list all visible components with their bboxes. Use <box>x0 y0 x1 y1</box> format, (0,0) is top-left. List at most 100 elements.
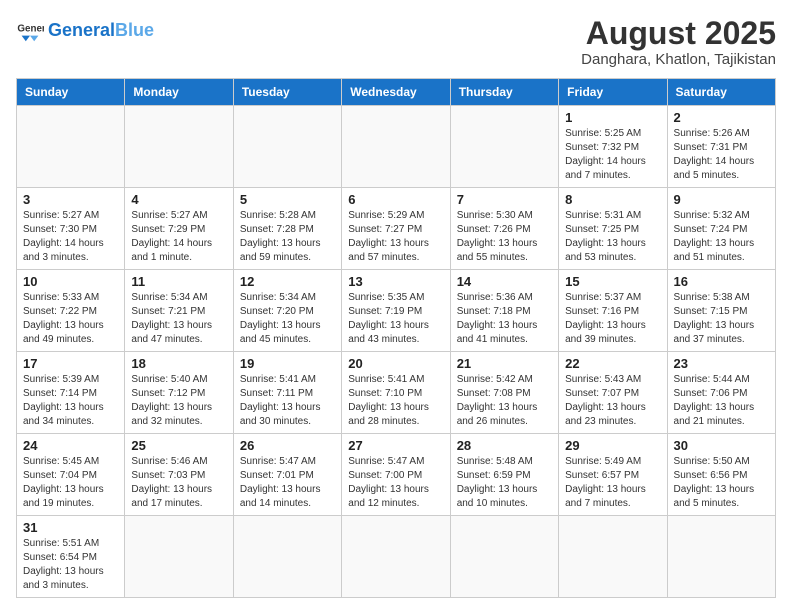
calendar-cell <box>667 516 775 598</box>
calendar-cell: 24 Sunrise: 5:45 AMSunset: 7:04 PMDayligh… <box>17 434 125 516</box>
day-number: 8 <box>565 192 660 207</box>
day-number: 24 <box>23 438 118 453</box>
day-number: 21 <box>457 356 552 371</box>
day-number: 9 <box>674 192 769 207</box>
calendar-cell: 17 Sunrise: 5:39 AMSunset: 7:14 PMDayligh… <box>17 352 125 434</box>
day-info: Sunrise: 5:36 AMSunset: 7:18 PMDaylight:… <box>457 291 552 347</box>
day-info: Sunrise: 5:42 AMSunset: 7:08 PMDaylight:… <box>457 373 552 429</box>
calendar-cell: 12Sunrise: 5:34 AMSunset: 7:20 PMDayligh… <box>233 270 341 352</box>
calendar-cell: 30Sunrise: 5:50 AMSunset: 6:56 PMDayligh… <box>667 434 775 516</box>
day-info: Sunrise: 5:50 AMSunset: 6:56 PMDaylight:… <box>674 455 769 511</box>
day-number: 29 <box>565 438 660 453</box>
calendar-cell <box>125 516 233 598</box>
day-number: 16 <box>674 274 769 289</box>
day-number: 22 <box>565 356 660 371</box>
location-title: Danghara, Khatlon, Tajikistan <box>581 51 776 68</box>
col-header-wednesday: Wednesday <box>342 79 450 106</box>
day-info: Sunrise: 5:30 AMSunset: 7:26 PMDaylight:… <box>457 209 552 265</box>
title-block: August 2025 Danghara, Khatlon, Tajikista… <box>581 16 776 68</box>
day-info: Sunrise: 5:29 AMSunset: 7:27 PMDaylight:… <box>348 209 443 265</box>
day-info: Sunrise: 5:27 AMSunset: 7:30 PMDaylight:… <box>23 209 118 265</box>
calendar-week-row: 10Sunrise: 5:33 AMSunset: 7:22 PMDayligh… <box>17 270 776 352</box>
calendar-cell: 1 Sunrise: 5:25 AMSunset: 7:32 PMDaylight… <box>559 106 667 188</box>
col-header-thursday: Thursday <box>450 79 558 106</box>
calendar-cell <box>233 106 341 188</box>
calendar-cell: 4Sunrise: 5:27 AMSunset: 7:29 PMDaylight… <box>125 188 233 270</box>
day-info: Sunrise: 5:43 AMSunset: 7:07 PMDaylight:… <box>565 373 660 429</box>
day-number: 15 <box>565 274 660 289</box>
day-number: 27 <box>348 438 443 453</box>
calendar-week-row: 24 Sunrise: 5:45 AMSunset: 7:04 PMDayligh… <box>17 434 776 516</box>
calendar-week-row: 1 Sunrise: 5:25 AMSunset: 7:32 PMDaylight… <box>17 106 776 188</box>
logo: General GeneralBlue <box>16 16 154 44</box>
svg-text:General: General <box>17 23 44 34</box>
day-number: 5 <box>240 192 335 207</box>
calendar-cell: 23 Sunrise: 5:44 AMSunset: 7:06 PMDayligh… <box>667 352 775 434</box>
calendar-cell: 25 Sunrise: 5:46 AMSunset: 7:03 PMDayligh… <box>125 434 233 516</box>
calendar-cell <box>559 516 667 598</box>
calendar-cell: 6Sunrise: 5:29 AMSunset: 7:27 PMDaylight… <box>342 188 450 270</box>
calendar-cell <box>342 106 450 188</box>
day-info: Sunrise: 5:38 AMSunset: 7:15 PMDaylight:… <box>674 291 769 347</box>
day-info: Sunrise: 5:26 AMSunset: 7:31 PMDaylight:… <box>674 127 769 183</box>
calendar-table: SundayMondayTuesdayWednesdayThursdayFrid… <box>16 78 776 598</box>
day-info: Sunrise: 5:40 AMSunset: 7:12 PMDaylight:… <box>131 373 226 429</box>
calendar-cell: 20 Sunrise: 5:41 AMSunset: 7:10 PMDayligh… <box>342 352 450 434</box>
logo-text: GeneralBlue <box>48 21 154 39</box>
day-info: Sunrise: 5:41 AMSunset: 7:10 PMDaylight:… <box>348 373 443 429</box>
calendar-cell: 7Sunrise: 5:30 AMSunset: 7:26 PMDaylight… <box>450 188 558 270</box>
day-number: 12 <box>240 274 335 289</box>
day-info: Sunrise: 5:37 AMSunset: 7:16 PMDaylight:… <box>565 291 660 347</box>
calendar-cell: 5 Sunrise: 5:28 AMSunset: 7:28 PMDaylight… <box>233 188 341 270</box>
calendar-cell: 14 Sunrise: 5:36 AMSunset: 7:18 PMDayligh… <box>450 270 558 352</box>
calendar-week-row: 17 Sunrise: 5:39 AMSunset: 7:14 PMDayligh… <box>17 352 776 434</box>
day-info: Sunrise: 5:48 AMSunset: 6:59 PMDaylight:… <box>457 455 552 511</box>
calendar-cell: 19Sunrise: 5:41 AMSunset: 7:11 PMDayligh… <box>233 352 341 434</box>
day-info: Sunrise: 5:45 AMSunset: 7:04 PMDaylight:… <box>23 455 118 511</box>
col-header-tuesday: Tuesday <box>233 79 341 106</box>
page-header: General GeneralBlue August 2025 Danghara… <box>16 16 776 68</box>
calendar-cell: 29 Sunrise: 5:49 AMSunset: 6:57 PMDayligh… <box>559 434 667 516</box>
day-number: 2 <box>674 110 769 125</box>
day-info: Sunrise: 5:35 AMSunset: 7:19 PMDaylight:… <box>348 291 443 347</box>
calendar-header-row: SundayMondayTuesdayWednesdayThursdayFrid… <box>17 79 776 106</box>
day-number: 11 <box>131 274 226 289</box>
calendar-cell: 31Sunrise: 5:51 AMSunset: 6:54 PMDayligh… <box>17 516 125 598</box>
calendar-cell: 3 Sunrise: 5:27 AMSunset: 7:30 PMDaylight… <box>17 188 125 270</box>
calendar-week-row: 3 Sunrise: 5:27 AMSunset: 7:30 PMDaylight… <box>17 188 776 270</box>
day-info: Sunrise: 5:49 AMSunset: 6:57 PMDaylight:… <box>565 455 660 511</box>
calendar-cell: 27 Sunrise: 5:47 AMSunset: 7:00 PMDayligh… <box>342 434 450 516</box>
day-info: Sunrise: 5:34 AMSunset: 7:21 PMDaylight:… <box>131 291 226 347</box>
day-number: 28 <box>457 438 552 453</box>
calendar-cell: 15 Sunrise: 5:37 AMSunset: 7:16 PMDayligh… <box>559 270 667 352</box>
day-number: 14 <box>457 274 552 289</box>
day-number: 1 <box>565 110 660 125</box>
day-number: 25 <box>131 438 226 453</box>
day-info: Sunrise: 5:31 AMSunset: 7:25 PMDaylight:… <box>565 209 660 265</box>
day-info: Sunrise: 5:47 AMSunset: 7:00 PMDaylight:… <box>348 455 443 511</box>
day-number: 20 <box>348 356 443 371</box>
calendar-cell <box>125 106 233 188</box>
day-number: 17 <box>23 356 118 371</box>
day-info: Sunrise: 5:46 AMSunset: 7:03 PMDaylight:… <box>131 455 226 511</box>
col-header-saturday: Saturday <box>667 79 775 106</box>
calendar-cell: 16 Sunrise: 5:38 AMSunset: 7:15 PMDayligh… <box>667 270 775 352</box>
calendar-cell <box>233 516 341 598</box>
calendar-cell: 22 Sunrise: 5:43 AMSunset: 7:07 PMDayligh… <box>559 352 667 434</box>
calendar-cell: 2 Sunrise: 5:26 AMSunset: 7:31 PMDaylight… <box>667 106 775 188</box>
day-info: Sunrise: 5:25 AMSunset: 7:32 PMDaylight:… <box>565 127 660 183</box>
calendar-cell: 28 Sunrise: 5:48 AMSunset: 6:59 PMDayligh… <box>450 434 558 516</box>
calendar-cell: 11 Sunrise: 5:34 AMSunset: 7:21 PMDayligh… <box>125 270 233 352</box>
day-info: Sunrise: 5:28 AMSunset: 7:28 PMDaylight:… <box>240 209 335 265</box>
col-header-monday: Monday <box>125 79 233 106</box>
day-number: 23 <box>674 356 769 371</box>
day-info: Sunrise: 5:39 AMSunset: 7:14 PMDaylight:… <box>23 373 118 429</box>
day-number: 31 <box>23 520 118 535</box>
month-title: August 2025 <box>581 16 776 51</box>
calendar-cell: 9 Sunrise: 5:32 AMSunset: 7:24 PMDaylight… <box>667 188 775 270</box>
day-info: Sunrise: 5:44 AMSunset: 7:06 PMDaylight:… <box>674 373 769 429</box>
day-info: Sunrise: 5:41 AMSunset: 7:11 PMDaylight:… <box>240 373 335 429</box>
day-number: 3 <box>23 192 118 207</box>
logo-icon: General <box>16 16 44 44</box>
day-info: Sunrise: 5:32 AMSunset: 7:24 PMDaylight:… <box>674 209 769 265</box>
